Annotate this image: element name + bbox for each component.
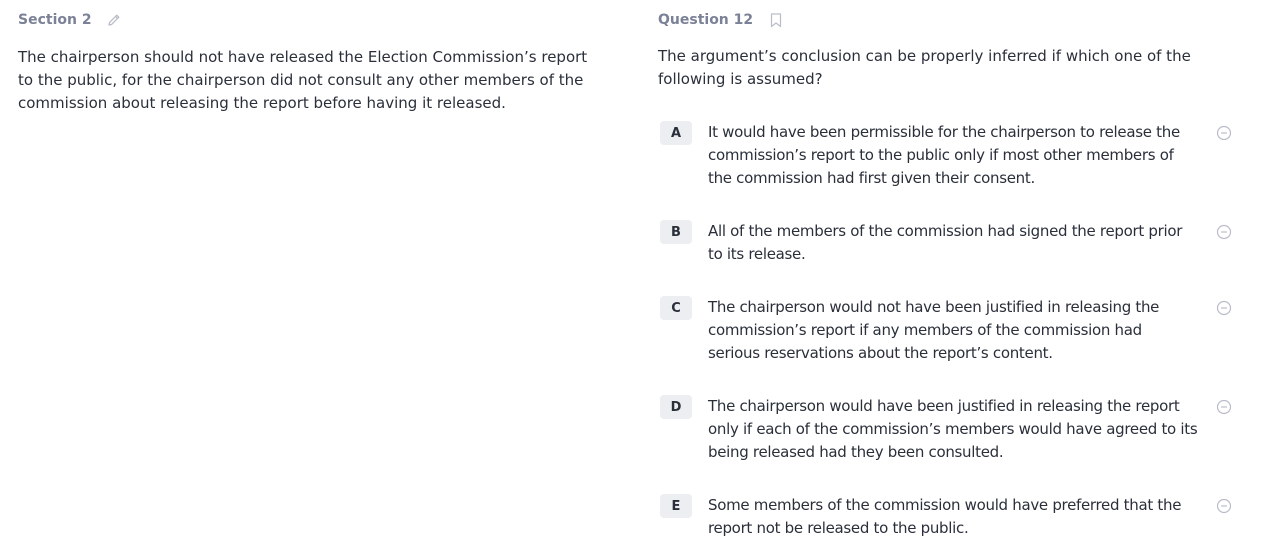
choice-text: Some members of the commission would hav… <box>708 496 1182 537</box>
choice-letter: C <box>660 296 692 320</box>
choice-text: The chairperson would not have been just… <box>708 298 1160 362</box>
bookmark-icon[interactable] <box>768 12 784 28</box>
section-label: Section 2 <box>18 12 92 28</box>
section-header: Section 2 <box>18 11 122 29</box>
choice-letter: E <box>660 494 692 518</box>
question-label: Question 12 <box>658 12 754 28</box>
strikethrough-circle-icon[interactable] <box>1216 399 1232 415</box>
choice-letter: A <box>660 121 692 145</box>
choice-text: It would have been permissible for the c… <box>708 123 1180 187</box>
strikethrough-circle-icon[interactable] <box>1216 498 1232 514</box>
pencil-icon[interactable] <box>106 12 122 28</box>
passage-text: The chairperson should not have released… <box>18 48 588 112</box>
choice-letter: B <box>660 220 692 244</box>
strikethrough-circle-icon[interactable] <box>1216 125 1232 141</box>
strikethrough-circle-icon[interactable] <box>1216 224 1232 240</box>
choice-letter: D <box>660 395 692 419</box>
question-stem: The argument’s conclusion can be properl… <box>658 47 1191 88</box>
choice-text: All of the members of the commission had… <box>708 222 1183 263</box>
strikethrough-circle-icon[interactable] <box>1216 300 1232 316</box>
choice-text: The chairperson would have been justifie… <box>708 397 1198 461</box>
question-header: Question 12 <box>658 11 784 29</box>
